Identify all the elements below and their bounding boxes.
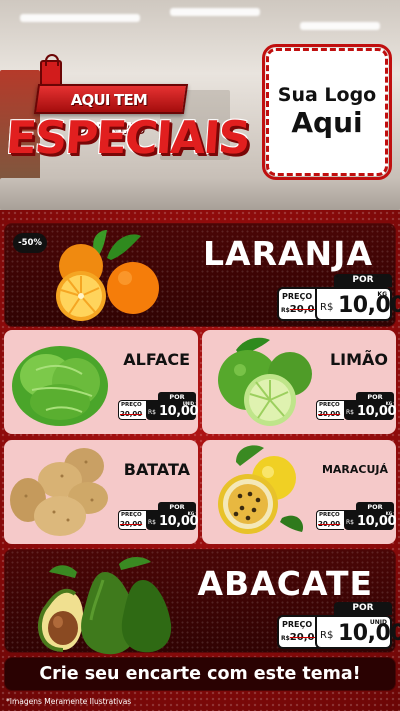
price-tag: POR PREÇO 20,00 R$ 10,00 KG <box>118 502 199 530</box>
currency: R$ <box>346 519 354 526</box>
currency: R$ <box>320 630 334 641</box>
new-price: 10,00 <box>159 514 199 529</box>
footnote: *Imagens Meramente Ilustrativas <box>6 697 132 706</box>
ceiling-light <box>20 14 140 22</box>
orange-image <box>56 230 159 321</box>
product-card-laranja[interactable]: -50% LARANJA POR PREÇO R$20,00 R$ 10,00 … <box>4 223 400 327</box>
price-preco-label: PREÇO <box>121 402 142 408</box>
lime-image <box>218 337 312 426</box>
price-preco-label: PREÇO <box>282 620 313 629</box>
new-price: 10,00 <box>357 514 397 529</box>
product-card-abacate[interactable]: ABACATE POR PREÇO R$20,00 R$ 10,00 UNID <box>4 549 400 655</box>
currency: R$ <box>346 409 354 416</box>
logo-placeholder[interactable]: Sua Logo Aqui <box>262 44 392 180</box>
lettuce-image <box>12 346 108 426</box>
price-por-label: POR <box>334 602 392 615</box>
potato-image <box>10 448 108 536</box>
old-price: 20,00 <box>120 520 143 528</box>
unit-label: KG <box>187 511 194 516</box>
new-price: 10,00 <box>357 404 397 419</box>
ceiling-light <box>300 22 380 30</box>
currency: R$ <box>148 519 156 526</box>
price-preco-label: PREÇO <box>282 292 313 301</box>
product-card-limao[interactable]: LIMÃO POR PREÇO 20,00 R$ 10,00 KG <box>202 330 397 434</box>
product-name: ABACATE <box>197 564 373 603</box>
price-tag: POR PREÇO R$20,00 R$ 10,00 UNID <box>277 602 400 649</box>
passion-fruit-image <box>218 445 304 534</box>
product-name: LARANJA <box>203 234 373 273</box>
new-price: 10,00 <box>159 404 199 419</box>
logo-line-2: Aqui <box>291 105 363 139</box>
product-name: MARACUJÁ <box>321 463 388 476</box>
old-price: 20,00 <box>318 410 341 418</box>
cta-text: Crie seu encarte com este tema! <box>39 664 361 684</box>
ceiling-light <box>170 8 260 16</box>
price-preco-label: PREÇO <box>319 402 340 408</box>
price-tag: POR PREÇO 20,00 R$ 10,00 KG <box>316 392 397 420</box>
price-por-label: POR <box>334 274 392 287</box>
discount-badge: -50% <box>13 233 47 253</box>
headline-main-text: ESPECIAIS <box>4 111 251 164</box>
offers-area: -50% LARANJA POR PREÇO R$20,00 R$ 10,00 … <box>0 210 400 711</box>
new-price: 10,00 <box>338 293 400 318</box>
price-preco-label: PREÇO <box>121 512 142 518</box>
product-card-batata[interactable]: BATATA POR PREÇO 20,00 R$ 10,00 KG <box>4 440 199 544</box>
product-card-maracuja[interactable]: MARACUJÁ POR PREÇO 20,00 R$ 10,00 KG <box>202 440 397 544</box>
price-tag: POR PREÇO R$20,00 R$ 10,00 KG <box>277 274 400 321</box>
product-name: BATATA <box>123 460 190 479</box>
logo-line-1: Sua Logo <box>277 83 377 106</box>
product-name: ALFACE <box>123 350 190 369</box>
price-tag: POR PREÇO 20,00 R$ 10,00 KG <box>316 502 397 530</box>
shopping-bag-icon <box>40 54 62 86</box>
unit-label: KG <box>377 291 387 298</box>
product-name: LIMÃO <box>329 350 388 369</box>
headline: AQUI TEM OFERTAS ESPECIAIS <box>0 54 262 170</box>
currency: R$ <box>148 409 156 416</box>
price-tag: POR PREÇO 20,00 R$ 10,00 UNID <box>118 392 199 420</box>
old-price: 20,00 <box>120 410 143 418</box>
price-preco-label: PREÇO <box>319 512 340 518</box>
unit-label: UNID <box>182 401 194 406</box>
old-price: 20,00 <box>318 520 341 528</box>
avocado-image <box>38 557 172 655</box>
unit-label: KG <box>385 511 392 516</box>
product-card-alface[interactable]: ALFACE POR PREÇO 20,00 R$ 10,00 UNID <box>4 330 199 434</box>
unit-label: UNID <box>369 619 387 626</box>
cta-banner[interactable]: Crie seu encarte com este tema! <box>4 657 396 691</box>
unit-label: KG <box>385 401 392 406</box>
currency: R$ <box>320 302 334 313</box>
store-floor <box>0 178 400 210</box>
header-banner: AQUI TEM OFERTAS ESPECIAIS Sua Logo Aqui <box>0 0 400 210</box>
